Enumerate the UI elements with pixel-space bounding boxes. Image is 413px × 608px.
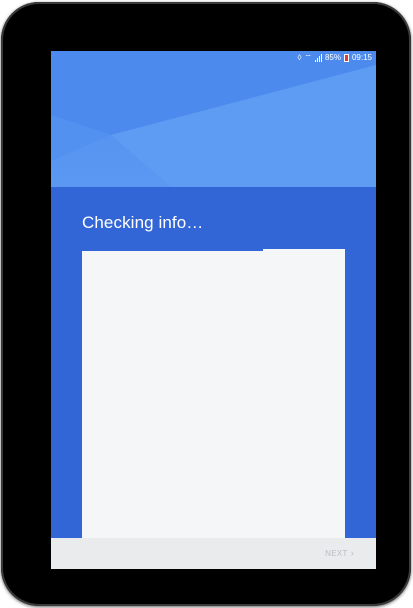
status-time: 09:15 — [351, 53, 372, 62]
tablet-frame: ◊ ⌔ 85% 09:15 Checking info… NEXT › — [1, 2, 411, 606]
next-button[interactable]: NEXT › — [325, 538, 354, 569]
chevron-right-icon: › — [350, 548, 354, 558]
device-screen: ◊ ⌔ 85% 09:15 Checking info… NEXT › — [51, 51, 376, 569]
status-bar: ◊ ⌔ 85% 09:15 — [51, 51, 376, 65]
signal-icon — [314, 54, 322, 62]
wifi-icon: ⌔ — [304, 53, 312, 62]
battery-percent: 85% — [324, 53, 341, 62]
header-background-shapes — [51, 51, 376, 187]
next-button-label: NEXT — [325, 549, 348, 558]
header-illustration: ◊ ⌔ 85% 09:15 — [51, 51, 376, 187]
content-card — [82, 251, 345, 538]
bottom-navigation-bar: NEXT › — [51, 538, 376, 569]
battery-icon — [343, 54, 349, 62]
nfc-icon: ◊ — [297, 53, 302, 62]
page-title: Checking info… — [82, 213, 204, 232]
